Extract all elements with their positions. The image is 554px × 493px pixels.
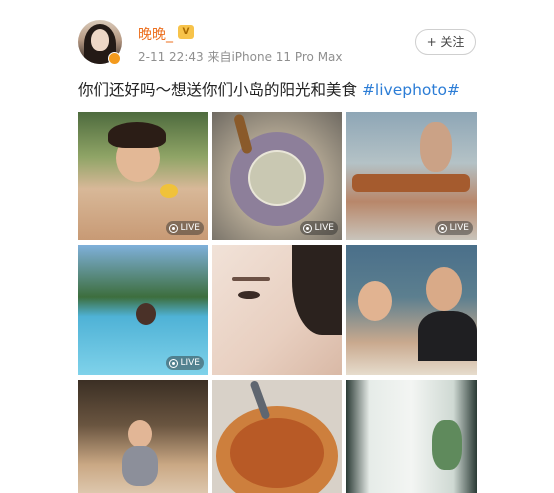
username[interactable]: 晚晚_ xyxy=(138,24,173,44)
photo-3-food-row xyxy=(352,174,470,192)
verified-badge-icon xyxy=(108,52,121,65)
photo-6-person-left xyxy=(358,281,392,321)
photo-7-body xyxy=(122,446,158,486)
hashtag-link[interactable]: #livephoto# xyxy=(362,81,460,99)
photo-9-curtain-window[interactable] xyxy=(346,380,477,493)
avatar-face xyxy=(91,29,109,51)
live-badge: LIVE xyxy=(300,221,338,235)
photo-4-swimmer xyxy=(136,303,156,325)
photo-1-fruit xyxy=(160,184,178,198)
photo-9-plant xyxy=(432,420,462,470)
photo-4-pool[interactable]: LIVE xyxy=(78,245,208,375)
photo-2-strainer xyxy=(248,150,306,206)
vip-badge-icon: V xyxy=(178,25,194,39)
live-label: LIVE xyxy=(180,358,200,368)
photo-3-person xyxy=(420,122,452,172)
photo-5-hair xyxy=(292,245,342,335)
photo-3-food-stall[interactable]: LIVE xyxy=(346,112,477,240)
live-photo-icon xyxy=(303,223,313,233)
photo-8-tom-yum-soup[interactable] xyxy=(212,380,342,493)
photo-1-hair xyxy=(108,122,166,148)
photo-7-girl-restaurant[interactable] xyxy=(78,380,208,493)
photo-5-eye xyxy=(238,291,260,299)
photo-6-shirt xyxy=(418,311,477,361)
photo-2-purple-dessert[interactable]: LIVE xyxy=(212,112,342,240)
live-photo-icon xyxy=(169,358,179,368)
photo-2-spoon xyxy=(232,113,254,155)
live-badge: LIVE xyxy=(166,356,204,370)
live-label: LIVE xyxy=(314,223,334,233)
live-photo-icon xyxy=(169,223,179,233)
photo-6-couple-eating[interactable] xyxy=(346,245,477,375)
post-text: 你们还好吗～想送你们小岛的阳光和美食 #livephoto# xyxy=(78,78,460,100)
live-photo-icon xyxy=(438,223,448,233)
photo-1-girl-eating[interactable]: LIVE xyxy=(78,112,208,240)
live-label: LIVE xyxy=(180,223,200,233)
photo-5-eyebrow xyxy=(232,277,270,281)
post-body: 你们还好吗～想送你们小岛的阳光和美食 xyxy=(78,81,362,99)
post-meta: 2-11 22:43 来自iPhone 11 Pro Max xyxy=(138,50,343,64)
live-label: LIVE xyxy=(449,223,469,233)
photo-5-face-closeup[interactable] xyxy=(212,245,342,375)
photo-7-person xyxy=(128,420,152,448)
live-badge: LIVE xyxy=(435,221,473,235)
photo-8-soup xyxy=(230,418,324,488)
weibo-post-page: 晚晚_ V 2-11 22:43 来自iPhone 11 Pro Max + 关… xyxy=(0,0,554,493)
photo-grid: LIVE LIVE LIVE LIVE xyxy=(78,112,477,493)
live-badge: LIVE xyxy=(166,221,204,235)
follow-button[interactable]: + 关注 xyxy=(415,29,476,55)
photo-6-person-right xyxy=(426,267,462,311)
